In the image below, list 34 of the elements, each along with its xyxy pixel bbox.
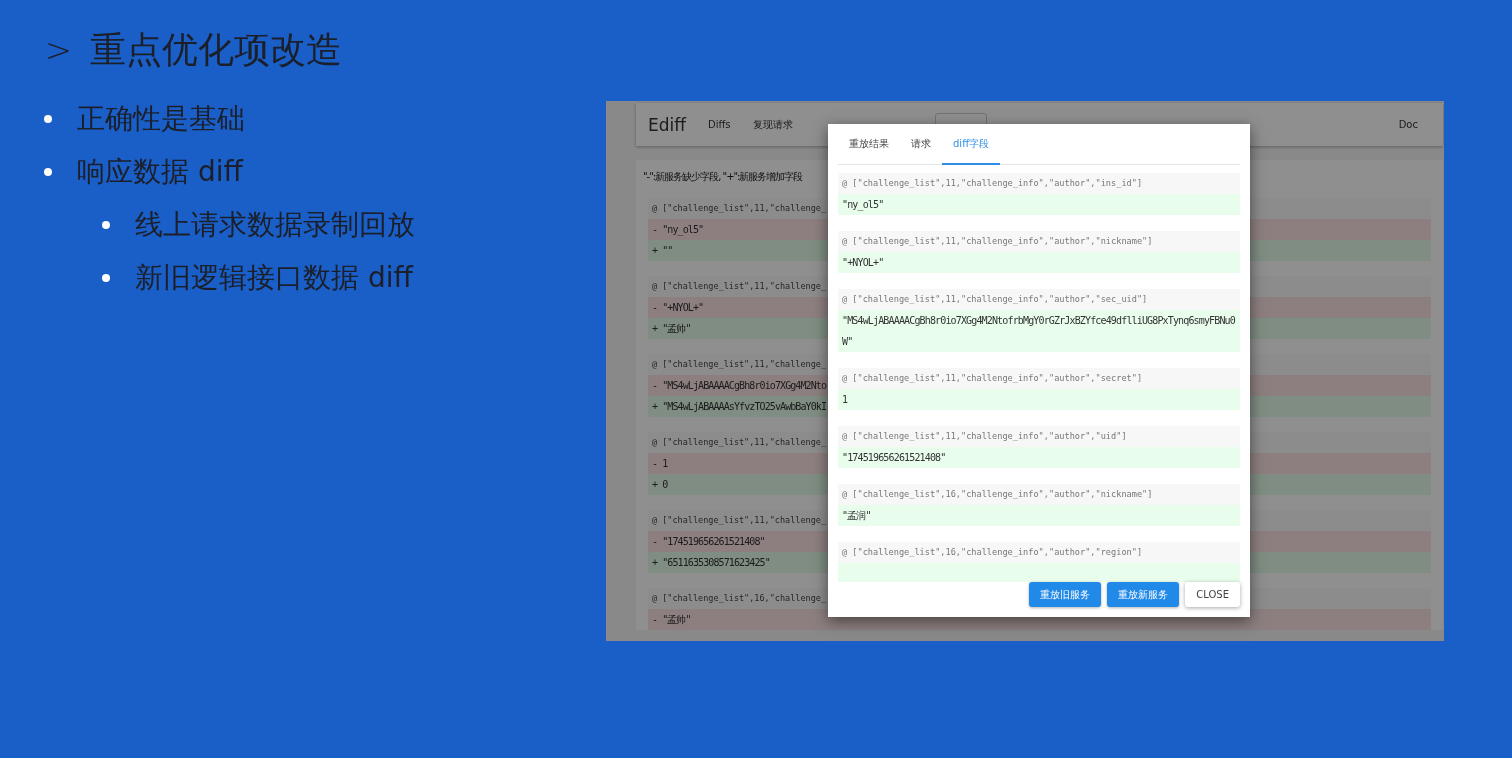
tab[interactable]: 重放结果 — [838, 124, 900, 165]
replay-button[interactable]: 重放新服务 — [1107, 582, 1180, 607]
field-value: "+NYOL+" — [838, 252, 1240, 273]
close-button[interactable]: CLOSE — [1185, 582, 1240, 607]
field-path: @ ["challenge_list",16,"challenge_info","author","region"] — [838, 542, 1240, 563]
tab[interactable]: 请求 — [900, 124, 942, 165]
bullet-text: 线上请求数据录制回放 — [135, 206, 415, 243]
replay-button[interactable]: 重放旧服务 — [1029, 582, 1102, 607]
field-path: @ ["challenge_list",11,"challenge_info","author","uid"] — [838, 426, 1240, 447]
field-value: "孟润" — [838, 505, 1240, 526]
slide-title: 重点优化项改造 — [89, 27, 342, 72]
field-path: @ ["challenge_list",16,"challenge_info","author","nickname"] — [838, 484, 1240, 505]
tab[interactable]: diff字段 — [942, 124, 1000, 165]
field-value: "ny_ol5" — [838, 194, 1240, 215]
bullet-icon — [102, 273, 110, 282]
app-logo: Ediff — [648, 114, 686, 135]
doc-link[interactable]: Doc — [1398, 119, 1418, 130]
bullet-text: 新旧逻辑接口数据 diff — [135, 259, 413, 296]
bullet-text: 正确性是基础 — [77, 100, 245, 137]
field-value: "174519656261521408" — [838, 447, 1240, 468]
nav-link[interactable]: 复现请求 — [752, 117, 793, 132]
bullet-icon — [44, 114, 52, 123]
bullet-icon — [102, 220, 110, 229]
field-path: @ ["challenge_list",11,"challenge_info","author","secret"] — [838, 368, 1240, 389]
field-value: 1 — [838, 389, 1240, 410]
field-path: @ ["challenge_list",11,"challenge_info","author","sec_uid"] — [838, 289, 1240, 310]
field-path: @ ["challenge_list",11,"challenge_info","author","ins_id"] — [838, 173, 1240, 194]
field-value: "MS4wLjABAAAACgBh8r0io7XGg4M2NtofrbMgY0rGZrJxBZYfce49dflliUG8PxTynq6smyFBNu0W" — [838, 310, 1240, 352]
nav-link[interactable]: Diffs — [707, 119, 731, 130]
bullet-text: 响应数据 diff — [77, 153, 243, 190]
field-path: @ ["challenge_list",11,"challenge_info","author","nickname"] — [838, 231, 1240, 252]
title-marker: > — [45, 31, 72, 69]
legend-text: "-":新服务缺少字段, "+":新服务增加字段 — [643, 170, 803, 184]
bullet-icon — [44, 167, 52, 176]
